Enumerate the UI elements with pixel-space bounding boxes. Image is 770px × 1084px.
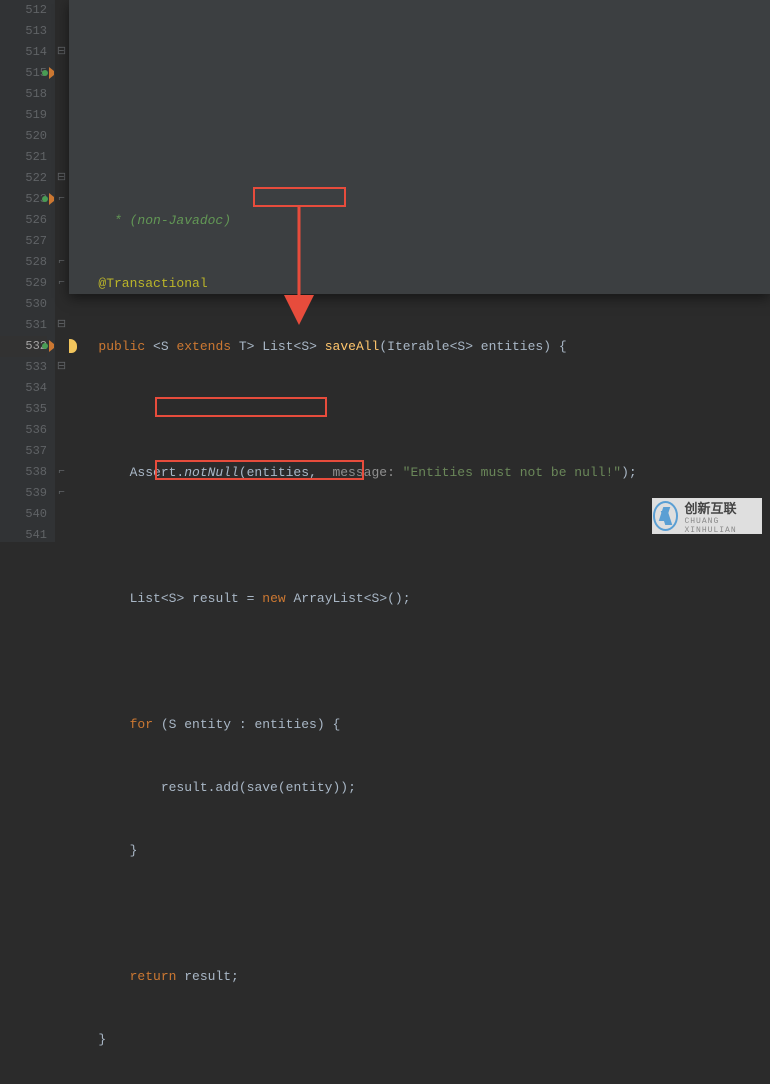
line-number: 520	[0, 126, 47, 147]
line-number: 533	[0, 357, 47, 378]
line-number: 522	[0, 168, 47, 189]
line-number: 540	[0, 504, 47, 525]
line-number: 529	[0, 273, 47, 294]
line-number: 532	[0, 336, 47, 357]
watermark-icon	[653, 501, 678, 531]
background-code: ng.class).get	[665, 63, 766, 84]
watermark-subtext: CHUANG XINHULIAN	[684, 517, 761, 535]
code-line: for (S entity : entities) {	[75, 714, 770, 735]
fold-column: ⊟ ⊟ ⌐ ⌐ ⌐ ⊟ ⊟ ⌐ ⌐	[55, 0, 69, 542]
fold-end-icon: ⌐	[55, 273, 68, 294]
line-number: 528	[0, 252, 47, 273]
watermark-logo: 创新互联 CHUANG XINHULIAN	[652, 498, 762, 534]
fold-end-icon: ⌐	[55, 189, 68, 210]
background-code: tor#count(org	[665, 147, 766, 168]
line-number: 512	[0, 0, 47, 21]
code-line: result.add(save(entity));	[75, 777, 770, 798]
fold-end-icon: ⌐	[55, 462, 68, 483]
line-number: 535	[0, 399, 47, 420]
override-marker-icon[interactable]	[42, 67, 54, 79]
code-line	[75, 651, 770, 672]
code-area[interactable]: ng.class).get tor#count(org untQuery(get…	[69, 0, 770, 542]
watermark-text: 创新互联	[684, 498, 761, 517]
line-number: 539	[0, 483, 47, 504]
code-line	[75, 903, 770, 924]
code-line: * (non-Javadoc)	[75, 210, 770, 231]
line-number: 526	[0, 210, 47, 231]
line-number: 538	[0, 462, 47, 483]
code-line: }	[75, 1029, 770, 1050]
fold-end-icon: ⌐	[55, 252, 68, 273]
code-line: List<S> result = new ArrayList<S>();	[75, 588, 770, 609]
highlighted-save-call: save(entity)	[247, 780, 341, 795]
fold-toggle-icon[interactable]: ⊟	[55, 315, 68, 336]
code-line: }	[75, 840, 770, 861]
line-number: 537	[0, 441, 47, 462]
fold-toggle-icon[interactable]: ⊟	[55, 357, 68, 378]
line-number: 514	[0, 42, 47, 63]
fold-end-icon: ⌐	[55, 483, 68, 504]
code-line: public <S extends T> List<S> saveAll(Ite…	[75, 336, 770, 357]
line-number: 513	[0, 21, 47, 42]
line-number: 518	[0, 84, 47, 105]
code-line: Assert.notNull(entities, message: "Entit…	[75, 462, 770, 483]
override-marker-icon[interactable]	[42, 193, 54, 205]
fold-toggle-icon[interactable]: ⊟	[55, 42, 68, 63]
line-number: 530	[0, 294, 47, 315]
line-number: 541	[0, 525, 47, 546]
line-number: 521	[0, 147, 47, 168]
code-line	[75, 399, 770, 420]
code-editor[interactable]: 512 513 514 515 518 519 520 521 522 523 …	[0, 0, 770, 542]
code-line: @Transactional	[75, 273, 770, 294]
line-number: 519	[0, 105, 47, 126]
fold-toggle-icon[interactable]: ⊟	[55, 168, 68, 189]
code-line: return result;	[75, 966, 770, 987]
line-number: 536	[0, 420, 47, 441]
background-code: untQuery(getC	[665, 189, 766, 210]
line-number: 515	[0, 63, 47, 84]
line-number: 523	[0, 189, 47, 210]
line-number: 527	[0, 231, 47, 252]
line-number: 531	[0, 315, 47, 336]
override-marker-icon[interactable]	[42, 340, 54, 352]
annotation-box	[253, 187, 346, 207]
line-number-gutter: 512 513 514 515 518 519 520 521 522 523 …	[0, 0, 55, 542]
line-number: 534	[0, 378, 47, 399]
